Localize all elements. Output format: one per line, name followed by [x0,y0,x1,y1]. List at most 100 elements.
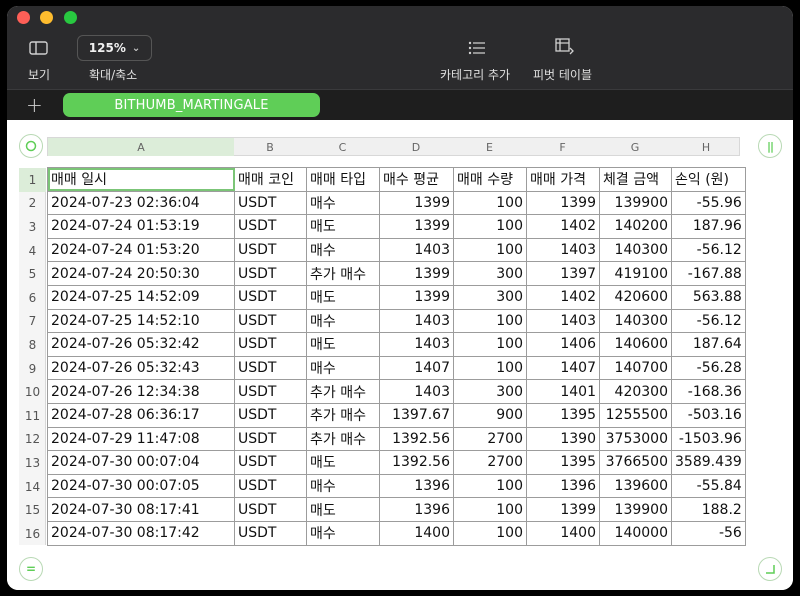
table-cell[interactable]: 139600 [599,473,672,499]
row-header-7[interactable]: 7 [19,310,46,334]
table-cell[interactable]: 매도 [306,450,380,475]
table-cell[interactable]: USDT [234,190,307,216]
table-cell[interactable]: 2024-07-30 08:17:41 [47,497,235,522]
header-cell[interactable]: 매매 타입 [306,167,380,192]
table-cell[interactable]: 300 [453,379,527,404]
table-cell[interactable]: 420300 [599,379,672,404]
table-cell[interactable]: 1399 [526,190,600,216]
table-cell[interactable]: 1403 [379,237,454,263]
table-cell[interactable]: 매수 [306,355,380,381]
header-cell[interactable]: 매매 수량 [453,167,527,192]
row-header-1[interactable]: 1 [19,168,46,192]
table-cell[interactable]: 900 [453,402,527,428]
table-cell[interactable]: USDT [234,379,307,404]
table-cell[interactable]: 2024-07-24 01:53:20 [47,237,235,263]
table-cell[interactable]: 매수 [306,473,380,499]
table-cell[interactable]: 139900 [599,190,672,216]
table-cell[interactable]: -55.96 [671,190,746,216]
table-cell[interactable]: -56.28 [671,355,746,381]
table-cell[interactable]: 2024-07-24 01:53:19 [47,214,235,239]
table-cell[interactable]: 300 [453,261,527,286]
table-cell[interactable]: -1503.96 [671,426,746,452]
table-cell[interactable]: USDT [234,284,307,310]
table-cell[interactable]: 188.2 [671,497,746,522]
table-cell[interactable]: USDT [234,261,307,286]
table-cell[interactable]: 2024-07-26 05:32:43 [47,355,235,381]
table-cell[interactable]: USDT [234,426,307,452]
column-header-f[interactable]: F [526,138,599,156]
row-header-13[interactable]: 13 [19,451,46,475]
table-cell[interactable]: USDT [234,520,307,546]
table-cell[interactable]: 100 [453,497,527,522]
table-cell[interactable]: 1407 [379,355,454,381]
table-cell[interactable]: 100 [453,355,527,381]
row-header-4[interactable]: 4 [19,239,46,263]
table-cell[interactable]: 2024-07-26 12:34:38 [47,379,235,404]
header-cell[interactable]: 매매 일시 [47,167,235,192]
pivot-table-button[interactable] [555,38,575,56]
column-header-c[interactable]: C [306,138,379,156]
table-cell[interactable]: 1399 [379,261,454,286]
table-cell[interactable]: 100 [453,473,527,499]
table-cell[interactable]: 420600 [599,284,672,310]
table-cell[interactable]: USDT [234,308,307,334]
column-header-d[interactable]: D [379,138,453,156]
table-cell[interactable]: 1397 [526,261,600,286]
table-cell[interactable]: 2024-07-26 05:32:42 [47,332,235,357]
table-cell[interactable]: 1395 [526,402,600,428]
table-cell[interactable]: 187.64 [671,332,746,357]
table-cell[interactable]: 1400 [526,520,600,546]
table-cell[interactable]: 563.88 [671,284,746,310]
row-header-16[interactable]: 16 [19,522,46,546]
table-cell[interactable]: 140200 [599,214,672,239]
table-cell[interactable]: 1399 [379,284,454,310]
table-cell[interactable]: 1403 [526,237,600,263]
table-cell[interactable]: USDT [234,497,307,522]
table-cell[interactable]: 1403 [379,332,454,357]
table-cell[interactable]: 1392.56 [379,450,454,475]
table-cell[interactable]: 2700 [453,426,527,452]
table-cell[interactable]: -503.16 [671,402,746,428]
table-cell[interactable]: 2024-07-28 06:36:17 [47,402,235,428]
table-cell[interactable]: 추가 매수 [306,426,380,452]
column-header-a[interactable]: A [48,138,234,156]
table-cell[interactable]: -168.36 [671,379,746,404]
table-cell[interactable]: 1396 [379,497,454,522]
table-cell[interactable]: USDT [234,355,307,381]
table-cell[interactable]: 매도 [306,497,380,522]
table-cell[interactable]: 2024-07-25 14:52:10 [47,308,235,334]
row-header-2[interactable]: 2 [19,192,46,216]
table-cell[interactable]: 2024-07-23 02:36:04 [47,190,235,216]
table-cell[interactable]: 1392.56 [379,426,454,452]
row-header-10[interactable]: 10 [19,380,46,404]
table-cell[interactable]: 2024-07-25 14:52:09 [47,284,235,310]
table-cell[interactable]: 1406 [526,332,600,357]
table-cell[interactable]: 2024-07-30 00:07:04 [47,450,235,475]
table-cell[interactable]: 추가 매수 [306,402,380,428]
table-cell[interactable]: 추가 매수 [306,379,380,404]
table-cell[interactable]: 매도 [306,214,380,239]
table-cell[interactable]: 1396 [379,473,454,499]
close-window-button[interactable] [17,11,30,24]
table-cell[interactable]: 100 [453,190,527,216]
table-cell[interactable]: 2024-07-29 11:47:08 [47,426,235,452]
add-row-handle[interactable]: = [19,557,43,581]
table-cell[interactable]: 3589.439 [671,450,746,475]
table-cell[interactable]: 1399 [526,497,600,522]
table-cell[interactable]: 매도 [306,284,380,310]
table-cell[interactable]: 매수 [306,520,380,546]
table-cell[interactable]: USDT [234,214,307,239]
table-cell[interactable]: 140600 [599,332,672,357]
table-cell[interactable]: 300 [453,284,527,310]
table-cell[interactable]: 2700 [453,450,527,475]
table-cell[interactable]: -56 [671,520,746,546]
table-cell[interactable]: 2024-07-24 20:50:30 [47,261,235,286]
add-column-handle[interactable]: || [758,134,782,158]
header-cell[interactable]: 매매 코인 [234,167,307,192]
table-cell[interactable]: -55.84 [671,473,746,499]
row-header-5[interactable]: 5 [19,262,46,286]
header-cell[interactable]: 매매 가격 [526,167,600,192]
resize-table-handle[interactable] [758,557,782,581]
table-cell[interactable]: 1397.67 [379,402,454,428]
header-cell[interactable]: 체결 금액 [599,167,672,192]
